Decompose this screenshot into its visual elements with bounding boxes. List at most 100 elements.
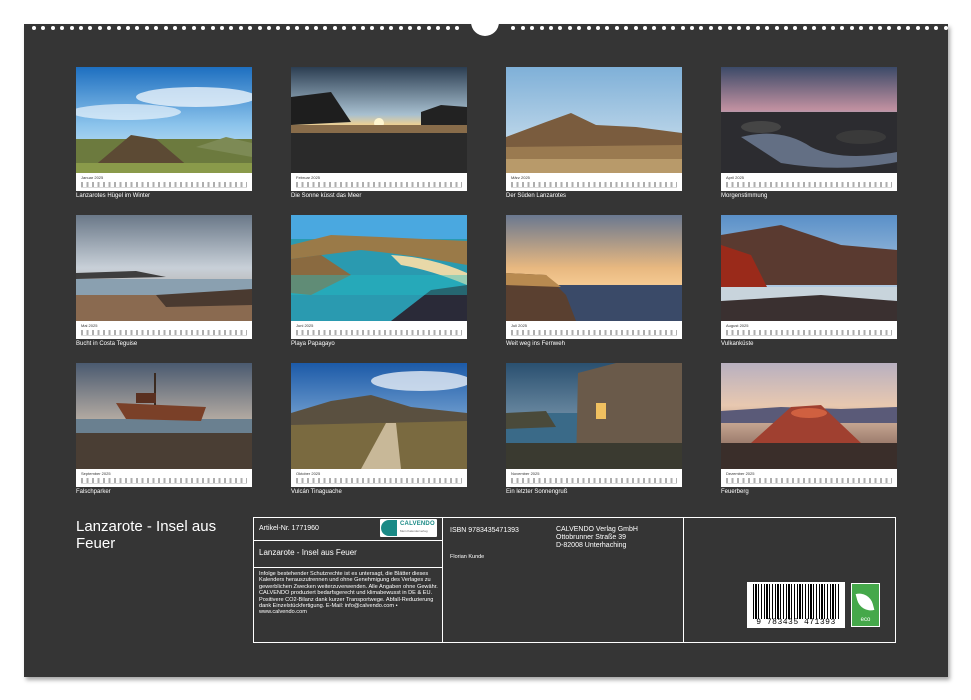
binding-hole (79, 26, 83, 30)
photo-hills-winter (76, 67, 252, 173)
binding-hole (840, 26, 845, 30)
binding-hole (849, 26, 854, 30)
day-divider (511, 187, 677, 188)
binding-hole (332, 26, 337, 30)
binding-hole (107, 26, 112, 30)
photo-last-sun-greeting (506, 363, 682, 469)
binding-hole (586, 26, 591, 30)
photo-shipwreck (76, 363, 252, 469)
photo-caption: Vulcán Tinaguache (291, 489, 342, 495)
binding-hole (643, 26, 647, 30)
title-repeat: Lanzarote - Insel aus Feuer (259, 548, 357, 557)
binding-hole (351, 26, 356, 30)
month-tile-december: Dezember 2025 Feuerberg (721, 363, 897, 495)
binding-hole (210, 26, 215, 30)
binding-hole (690, 26, 694, 30)
binding-hole (445, 26, 450, 30)
binding-hole (285, 26, 290, 30)
binding-hole (821, 26, 826, 30)
binding-hole (906, 26, 911, 30)
barcode-bars (753, 584, 839, 619)
binding-hole (605, 26, 610, 30)
binding-hole (60, 26, 65, 30)
month-tile-may: Mai 2025 Bucht in Costa Teguise (76, 215, 252, 347)
publisher-street: Ottobrunner Straße 39 (556, 534, 627, 541)
date-strip: August 2025 (721, 321, 897, 339)
binding-hole (878, 26, 882, 30)
binding-hole (680, 26, 685, 30)
month-tile-september: September 2025 Falschparker (76, 363, 252, 495)
binding-hole (671, 26, 676, 30)
binding-hole (144, 26, 149, 30)
date-strip: Dezember 2025 (721, 469, 897, 487)
calvendo-logo: CALVENDO Mein Kalenderverlag (380, 519, 437, 537)
photo-vulcan-tinaguache (291, 363, 467, 469)
binding-hole (370, 26, 375, 30)
binding-hole (577, 26, 582, 30)
binding-hole (257, 26, 262, 30)
binding-hole (915, 26, 920, 30)
month-label: Juni 2025 (296, 323, 314, 328)
binding-hole (389, 26, 394, 30)
binding-hole (567, 26, 572, 30)
eco-label: eco (860, 617, 871, 623)
binding-hole (69, 26, 74, 30)
binding-hole (652, 26, 657, 30)
day-divider (511, 335, 677, 336)
binding-hole (116, 26, 121, 30)
binding-hole (135, 26, 140, 30)
author: Florian Kunde (450, 554, 485, 560)
binding-hole (229, 26, 234, 30)
binding-hole (41, 26, 46, 30)
date-strip: September 2025 (76, 469, 252, 487)
month-tile-august: August 2025 Vulkanküste (721, 215, 897, 347)
photo-caption: Der Süden Lanzarotes (506, 193, 567, 199)
binding-hole (126, 26, 130, 30)
photo-caption: Feuerberg (721, 489, 749, 495)
binding-hole (182, 26, 187, 30)
binding-hole (925, 26, 929, 30)
binding-hole (765, 26, 770, 30)
date-strip: Juli 2025 (506, 321, 682, 339)
binding-hole (614, 26, 619, 30)
date-strip: Januar 2025 (76, 173, 252, 191)
month-label: Februar 2025 (296, 175, 321, 180)
binding-hole (50, 26, 55, 30)
isbn: ISBN 9783435471393 (450, 527, 519, 534)
binding-hole (323, 26, 328, 30)
binding-hole (831, 26, 835, 30)
binding-hole (624, 26, 629, 30)
binding-hole (727, 26, 732, 30)
binding-hole (220, 26, 224, 30)
photo-playa-papagayo (291, 215, 467, 321)
calvendo-logo-sub: Mein Kalenderverlag (400, 529, 428, 533)
binding-hole (398, 26, 403, 30)
day-divider (726, 483, 892, 484)
binding-hole (699, 26, 704, 30)
leaf-icon (855, 590, 875, 614)
binding-hole (455, 26, 459, 30)
day-divider (81, 335, 247, 336)
photo-caption: Falschparker (76, 489, 111, 495)
calvendo-logo-text: CALVENDO (400, 521, 435, 527)
date-strip: Juni 2025 (291, 321, 467, 339)
month-label: November 2025 (511, 471, 540, 476)
binding-hole (379, 26, 384, 30)
photo-caption: Ein letzter Sonnengruß (506, 489, 568, 495)
binding-hole (154, 26, 159, 30)
month-label: April 2025 (726, 175, 745, 180)
day-divider (726, 187, 892, 188)
month-label: August 2025 (726, 323, 749, 328)
month-label: Dezember 2025 (726, 471, 755, 476)
publisher-city: D-82008 Unterhaching (556, 542, 627, 549)
photo-sunset-sea (291, 67, 467, 173)
binding-hole (342, 26, 347, 30)
day-divider (296, 335, 462, 336)
binding-hole (539, 26, 544, 30)
photo-distant-view (506, 215, 682, 321)
binding-hole (361, 26, 365, 30)
binding-hole (755, 26, 760, 30)
publisher-name: CALVENDO Verlag GmbH (556, 526, 638, 533)
binding-hole (708, 26, 713, 30)
binding-hole (774, 26, 779, 30)
